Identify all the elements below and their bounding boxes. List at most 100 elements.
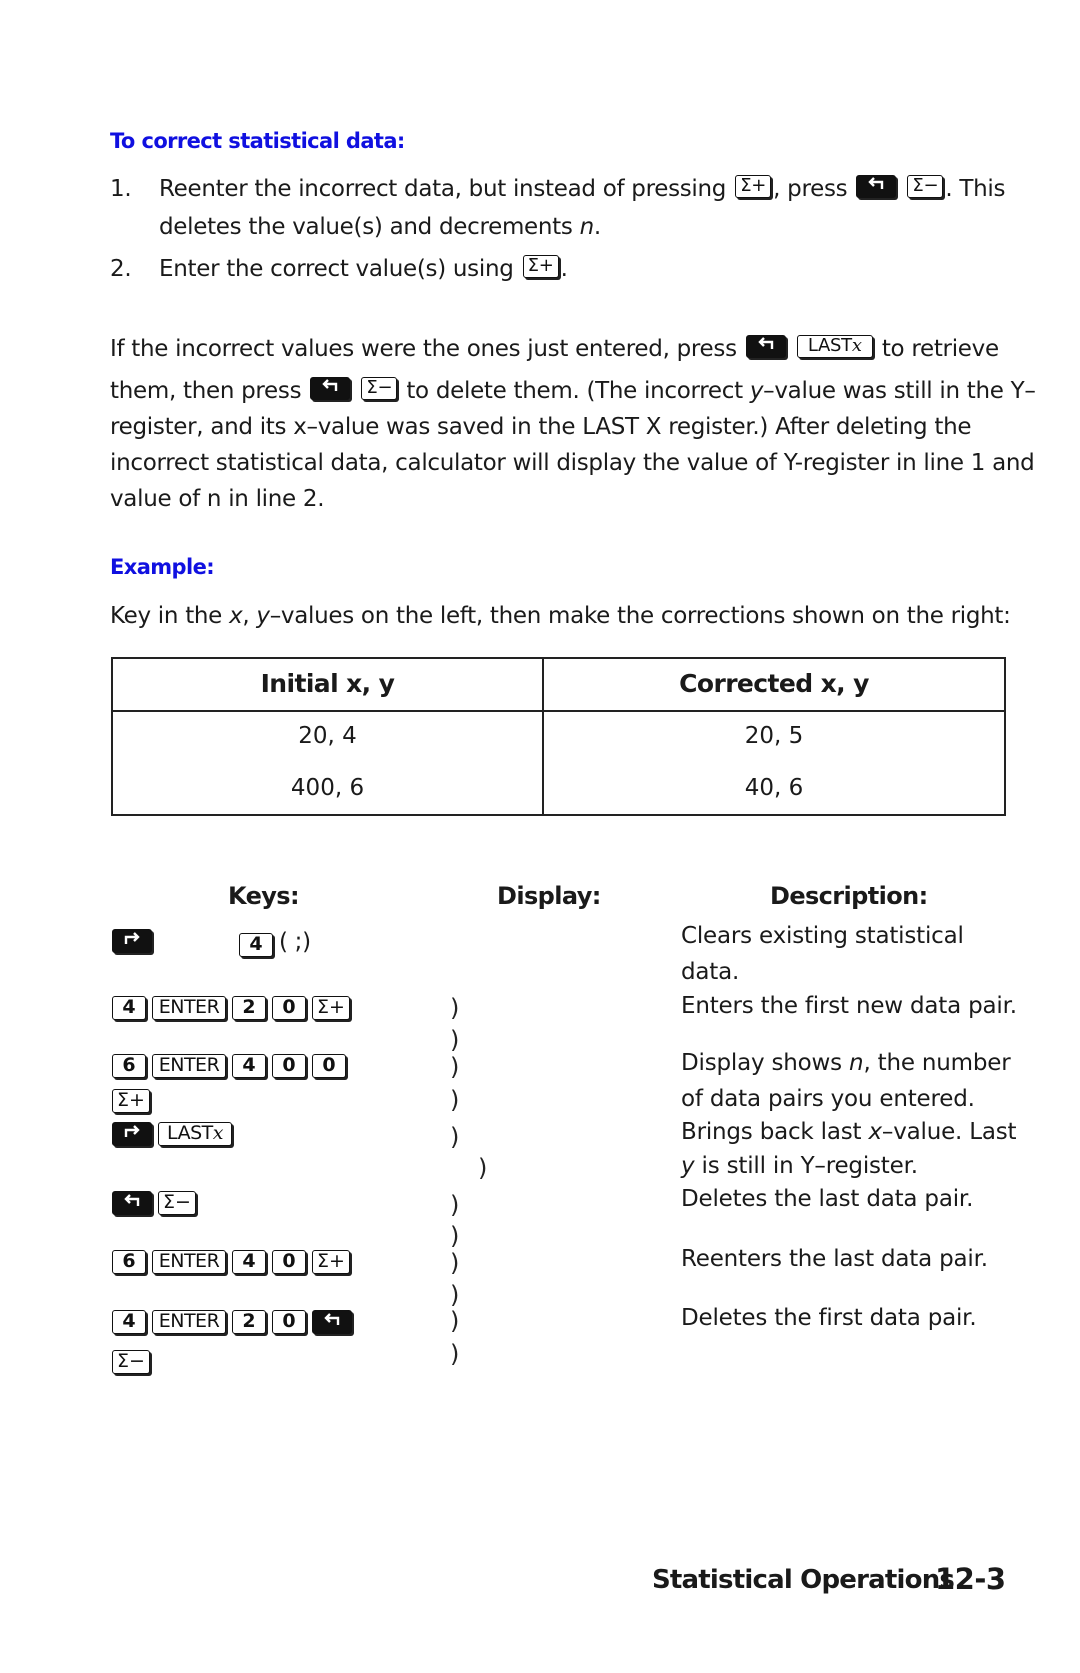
desc-clears-2: data. — [681, 959, 740, 985]
sigma-minus-key: Σ− — [907, 175, 944, 198]
var-y: y — [256, 603, 270, 629]
step-1-text: Reenter the incorrect data, but instead … — [159, 176, 727, 202]
paragraph-line-5: value of n in line 2. — [110, 486, 325, 512]
left-shift-key-icon — [112, 1191, 152, 1215]
var-x: x — [868, 1119, 882, 1145]
desc-of-pairs: of data pairs you entered. — [681, 1086, 975, 1112]
sigma-plus-key: Σ+ — [522, 255, 559, 278]
key-enter: ENTER — [152, 1054, 226, 1078]
key-2: 2 — [232, 996, 266, 1020]
display-value: ) — [450, 1222, 460, 1250]
paragraph-text: to retrieve — [881, 336, 999, 362]
key-0: 0 — [272, 1250, 306, 1274]
display-value: ) — [450, 994, 460, 1022]
description-column-header: Description: — [770, 882, 928, 910]
display-value: ) — [450, 1086, 460, 1114]
right-shift-key-icon — [112, 1122, 152, 1146]
header-corrected: Corrected x, y — [679, 669, 869, 698]
left-shift-key-icon — [312, 1310, 352, 1334]
desc-text: Display shows — [681, 1050, 842, 1076]
var-y: y — [681, 1153, 695, 1179]
last-x-key-var: x — [851, 335, 862, 356]
desc-text: , the number — [863, 1050, 1011, 1076]
key-sigma-minus: Σ− — [112, 1350, 150, 1374]
last-x-key-label: LAST — [807, 335, 852, 356]
step-1-line-2: deletes the value(s) and decrements n. — [159, 214, 601, 240]
sigma-plus-key: Σ+ — [735, 175, 772, 198]
key-0: 0 — [312, 1054, 346, 1078]
left-shift-arrow-icon — [324, 1313, 340, 1325]
paragraph-text: If the incorrect values were the ones ju… — [110, 336, 737, 362]
sigma-minus-key: Σ− — [361, 377, 398, 400]
display-value: ) — [450, 1053, 460, 1081]
desc-text: is still in Y–register. — [694, 1153, 918, 1179]
footer-chapter-title: Statistical Operations — [652, 1565, 955, 1595]
var-y: y — [749, 378, 764, 404]
left-shift-arrow-icon — [868, 177, 884, 189]
paragraph-line-1: If the incorrect values were the ones ju… — [110, 335, 999, 362]
var-n: n — [579, 214, 595, 240]
intro-text: –values on the left, then make the corre… — [269, 603, 1011, 629]
display-value: ) — [450, 1026, 460, 1054]
display-value: ) — [450, 1249, 460, 1277]
paragraph-line-3: register, and its x–value was saved in t… — [110, 414, 972, 440]
desc-y-still: y is still in Y–register. — [681, 1153, 918, 1179]
display-value: ) — [450, 1307, 460, 1335]
paragraph-line-2: them, then press Σ− to delete them. (The… — [110, 377, 1036, 404]
desc-enters-first: Enters the first new data pair. — [681, 993, 1017, 1019]
right-shift-key-icon — [112, 929, 152, 953]
table-cell-corrected-1: 20, 5 — [744, 723, 804, 749]
display-column-header: Display: — [497, 882, 601, 910]
key-6: 6 — [112, 1054, 146, 1078]
comma: , — [242, 603, 250, 629]
correction-table: Initial x, y Corrected x, y 20, 4 20, 5 … — [111, 657, 1006, 816]
example-intro: Key in the x, y–values on the left, then… — [110, 603, 1011, 629]
desc-brings-back: Brings back last x–value. Last — [681, 1119, 1017, 1145]
last-x-key-var: x — [212, 1122, 224, 1144]
key-4: 4 — [112, 1310, 146, 1334]
desc-clears-1: Clears existing statistical — [681, 923, 964, 949]
period: . — [593, 214, 601, 240]
table-cell-initial-2: 400, 6 — [290, 775, 365, 801]
keys-row-delete-first: 4 ENTER 2 0 — [112, 1310, 358, 1334]
example-heading: Example: — [110, 555, 215, 579]
var-x: x — [229, 603, 243, 629]
desc-reenters-last: Reenters the last data pair. — [681, 1246, 988, 1272]
desc-text: Brings back last — [681, 1119, 862, 1145]
keys-row-sigma-minus: Σ− — [112, 1350, 156, 1374]
left-shift-arrow-icon — [322, 379, 338, 391]
table-cell-initial-1: 20, 4 — [298, 723, 357, 749]
step-2-text: Enter the correct value(s) using — [159, 256, 514, 282]
table-cell-corrected-2: 40, 6 — [744, 775, 804, 801]
footer-page-number: 12-3 — [935, 1562, 1006, 1596]
key-4: 4 — [239, 932, 273, 957]
key-0: 0 — [272, 1054, 306, 1078]
left-shift-key-icon — [310, 377, 351, 400]
key-sigma-plus: Σ+ — [312, 1250, 350, 1274]
step-1-line-2-text: deletes the value(s) and decrements — [159, 214, 573, 240]
key-sigma-plus: Σ+ — [112, 1089, 150, 1113]
clear-suffix: ( ;) — [279, 929, 311, 955]
key-last-x: LASTx — [158, 1122, 232, 1146]
left-shift-arrow-icon — [758, 337, 773, 349]
last-x-key-label: LAST — [167, 1122, 213, 1144]
paragraph-text: to delete them. (The incorrect — [406, 378, 743, 404]
display-value: ) — [450, 1191, 460, 1219]
keys-row-clear — [112, 929, 158, 953]
key-enter: ENTER — [152, 1250, 226, 1274]
desc-display-shows: Display shows n, the number — [681, 1050, 1011, 1076]
paragraph-text: them, then press — [110, 378, 302, 404]
display-value: ) — [450, 1340, 460, 1368]
section-heading: To correct statistical data: — [110, 129, 405, 153]
left-shift-key-icon — [856, 175, 897, 198]
last-x-key: LASTx — [796, 335, 873, 358]
header-initial: Initial x, y — [260, 669, 395, 698]
right-shift-arrow-icon — [124, 932, 140, 944]
keys-row-enter-first: 4 ENTER 2 0 Σ+ — [112, 996, 356, 1020]
desc-deletes-first: Deletes the first data pair. — [681, 1305, 977, 1331]
key-4: 4 — [112, 996, 146, 1020]
keys-row-enter-second: 6 ENTER 4 0 0 — [112, 1054, 352, 1078]
keys-row-sigma-plus: Σ+ — [112, 1089, 156, 1113]
key-2: 2 — [232, 1310, 266, 1334]
step-2-line: Enter the correct value(s) using Σ+. — [159, 255, 568, 282]
